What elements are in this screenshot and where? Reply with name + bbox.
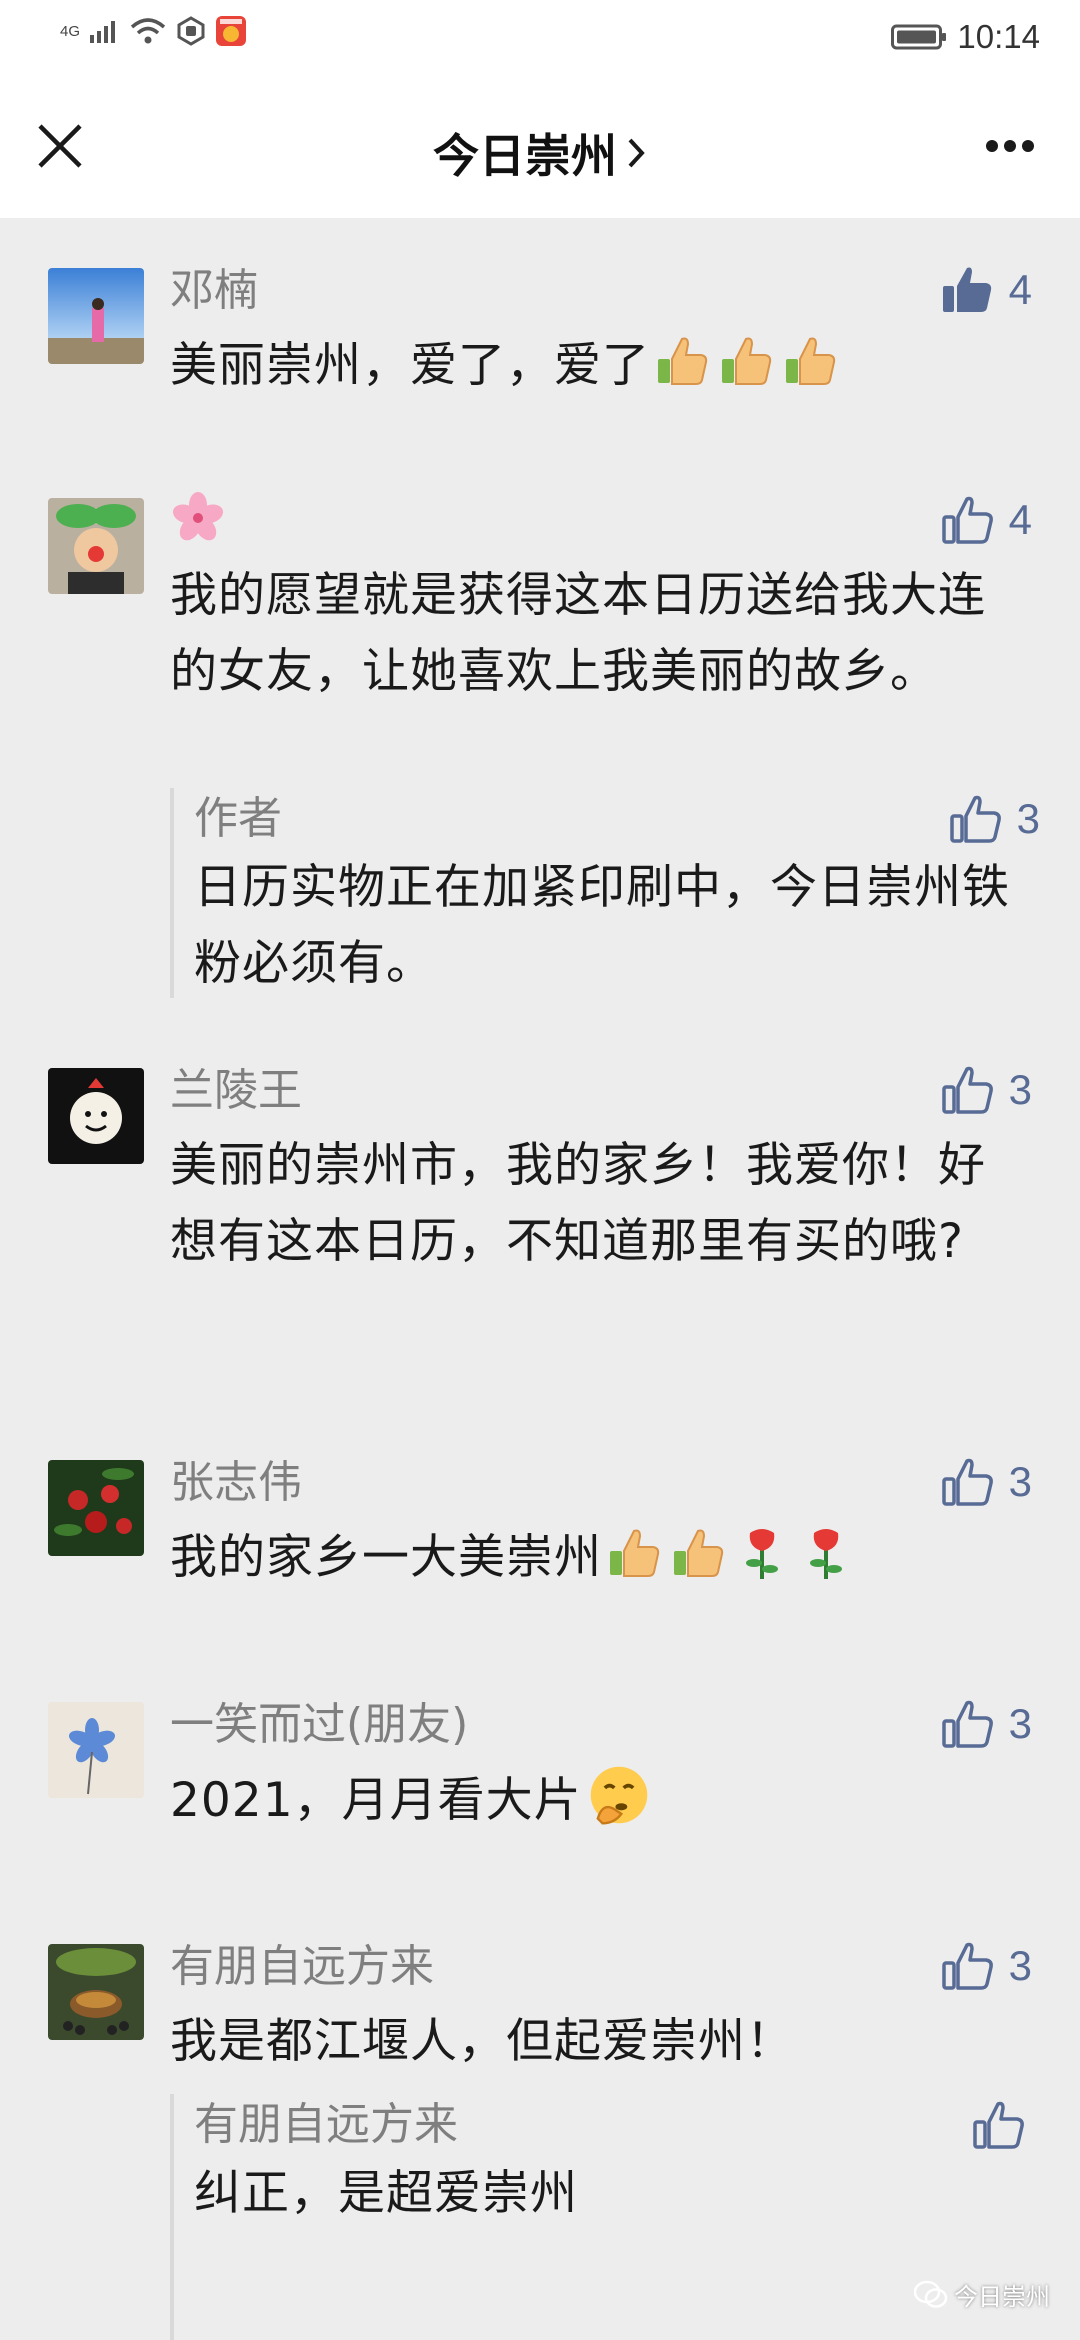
like-count: 3 [1016, 795, 1040, 842]
comment-text: 我是都江堰人，但起爱崇州！ [170, 2014, 794, 2069]
like-count: 4 [1008, 496, 1032, 543]
avatar-image [48, 1702, 144, 1798]
like-count: 3 [1008, 1458, 1032, 1505]
avatar-image [48, 1460, 144, 1556]
clock: 10:14 [957, 18, 1040, 55]
comment-text: 美丽崇州，爱了，爱了 [170, 328, 1020, 404]
network-type: 4G [60, 22, 81, 40]
nav-bar: 今日崇州 [0, 76, 1080, 218]
comment-author[interactable] [170, 490, 226, 555]
comment-text: 美丽的崇州市，我的家乡！我爱你！好想有这本日历，不知道那里有买的哦? [170, 1138, 986, 1269]
thumbs-up-icon [941, 1066, 993, 1114]
comment-author[interactable]: 兰陵王 [170, 1060, 302, 1122]
like-button[interactable]: 3 [939, 1058, 1032, 1122]
watermark-text: 今日崇州 [954, 2283, 1050, 2311]
rose-emoji-icon [810, 1529, 842, 1579]
like-button[interactable]: 3 [939, 1692, 1032, 1756]
author-reply: 有朋自远方来 纠正，是超爱崇州 [170, 2094, 1040, 2340]
comment-item: 有朋自远方来 3 我是都江堰人，但起爱崇州！ 有朋自远方来 纠正，是超爱崇州 [0, 1894, 1080, 2340]
avatar-image [48, 498, 144, 594]
avatar[interactable] [48, 1944, 144, 2040]
avatar-image [48, 1944, 144, 2040]
comment-item: 张志伟 3 我的家乡一大美崇州 [0, 1410, 1080, 1650]
comment-author[interactable]: 邓楠 [170, 260, 258, 322]
page-title: 今日崇州 [433, 129, 617, 183]
nav-title-button[interactable]: 今日崇州 [0, 120, 1080, 186]
reply-like-button[interactable] [970, 2094, 1040, 2156]
thumbs-up-icon [941, 1458, 993, 1506]
thumbs-up-emoji-icon [786, 337, 836, 385]
like-count: 3 [1008, 1700, 1032, 1747]
status-bar: 4G 10:14 [0, 0, 1080, 76]
status-icons-right: 10:14 [891, 18, 1040, 56]
avatar-image [48, 1068, 144, 1164]
reply-author: 作者 [194, 793, 282, 844]
thumbs-up-icon [973, 2101, 1024, 2149]
wifi-icon [130, 18, 166, 44]
avatar[interactable] [48, 1702, 144, 1798]
reply-text: 纠正，是超爱崇州 [194, 2166, 578, 2221]
avatar[interactable] [48, 498, 144, 594]
app-notification-icon [216, 16, 247, 46]
author-reply: 作者 3 日历实物正在加紧印刷中，今日崇州铁粉必须有。 [170, 788, 1040, 998]
more-icon [986, 140, 1034, 152]
comment-item: 4 我的愿望就是获得这本日历送给我大连的女友，让她喜欢上我美丽的故乡。 作者 3… [0, 448, 1080, 1008]
watermark: 今日崇州 [914, 2277, 1050, 2312]
like-button[interactable]: 4 [939, 488, 1032, 552]
reply-author: 有朋自远方来 [194, 2099, 458, 2150]
reply-text: 日历实物正在加紧印刷中，今日崇州铁粉必须有。 [194, 860, 1010, 991]
comment-item: 兰陵王 3 美丽的崇州市，我的家乡！我爱你！好想有这本日历，不知道那里有买的哦? [0, 1018, 1080, 1398]
comment-author[interactable]: 张志伟 [170, 1452, 302, 1514]
thumbs-up-emoji-icon [658, 337, 708, 385]
thumbs-up-emoji-icon [674, 1529, 724, 1577]
thumbs-up-emoji-icon [610, 1529, 660, 1577]
battery-icon [891, 24, 947, 50]
comment-author[interactable]: 有朋自远方来 [170, 1936, 434, 1998]
reply-like-button[interactable]: 3 [947, 788, 1040, 850]
avatar[interactable] [48, 268, 144, 364]
comment-text: 我的愿望就是获得这本日历送给我大连的女友，让她喜欢上我美丽的故乡。 [170, 568, 986, 699]
comment-text: 我的家乡一大美崇州 [170, 1520, 1020, 1596]
comment-author[interactable]: 一笑而过(朋友) [170, 1694, 468, 1756]
thumbs-up-icon [941, 1700, 993, 1748]
thumbs-up-icon [941, 496, 993, 544]
thumbs-up-icon [941, 1942, 993, 1990]
avatar[interactable] [48, 1460, 144, 1556]
like-count: 3 [1008, 1066, 1032, 1113]
avatar[interactable] [48, 1068, 144, 1164]
rose-emoji-icon [746, 1529, 778, 1579]
thumbs-up-emoji-icon [722, 337, 772, 385]
thumbs-up-filled-icon [942, 267, 991, 312]
like-count: 4 [1008, 266, 1032, 313]
comment-item: 一笑而过(朋友) 3 2021，月月看大片 [0, 1652, 1080, 1892]
shushing-face-emoji-icon [590, 1766, 647, 1825]
like-button[interactable]: 3 [939, 1934, 1032, 1998]
hand-icon [177, 16, 205, 46]
more-button[interactable] [970, 126, 1050, 166]
cherry-blossom-icon [172, 492, 224, 541]
comment-text: 2021，月月看大片 [170, 1762, 1020, 1839]
wechat-icon [914, 2280, 948, 2308]
thumbs-up-icon [949, 795, 1001, 843]
chevron-right-icon [628, 138, 645, 168]
signal-icon [90, 21, 116, 43]
comment-item: 邓楠 4 美丽崇州，爱了，爱了 [0, 218, 1080, 438]
like-count: 3 [1008, 1942, 1032, 1989]
status-icons-left: 4G [60, 16, 247, 46]
avatar-image [48, 268, 144, 364]
like-button[interactable]: 3 [939, 1450, 1032, 1514]
like-button[interactable]: 4 [939, 258, 1032, 322]
